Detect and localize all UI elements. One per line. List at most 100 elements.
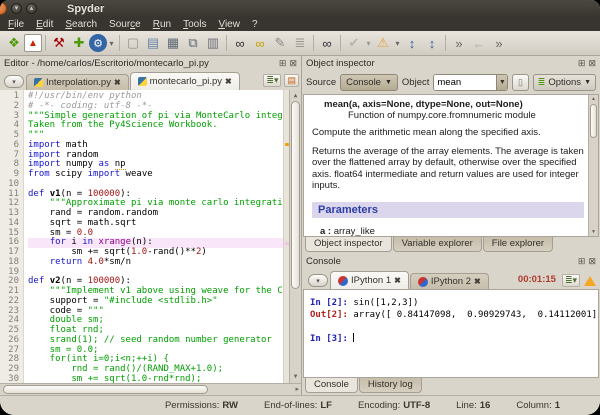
tools-icon[interactable]: ⚒ [49,33,69,53]
menu-item-tools[interactable]: Tools [177,19,212,30]
replace-icon[interactable]: ✎ [270,33,290,53]
new-file-icon[interactable]: ▢ [123,33,143,53]
print-icon[interactable]: ▥ [203,33,223,53]
editor-close-icon[interactable]: ⊠ [289,58,297,69]
panel-tab-object-inspector[interactable]: Object inspector [305,237,392,252]
menu-item-source[interactable]: Source [103,19,147,30]
console-tab-ipython-2[interactable]: IPython 2✖ [410,273,489,289]
inspector-doc-area: mean(a, axis=None, dtype=None, out=None)… [303,94,599,237]
horizontal-scroll-thumb[interactable] [3,385,208,394]
console-prompt: In [3]: [310,334,353,344]
title-bar[interactable]: ▾ ▴ Spyder [0,0,600,17]
toolbar-overflow-2-icon[interactable]: » [489,33,509,53]
console-maximize-icon[interactable]: ⊞ [578,256,586,267]
console-close-icon[interactable]: ⊠ [588,256,596,267]
inspector-maximize-icon[interactable]: ⊞ [578,58,586,69]
editor-code[interactable]: #!/usr/bin/env python# -*- coding: utf-8… [24,90,283,383]
editor-code-area[interactable]: 1234567891011121314151617181920212223242… [0,90,301,383]
editor-horizontal-scrollbar[interactable]: ▸ [0,383,301,395]
editor-maximize-icon[interactable]: ⊞ [279,58,287,69]
vertical-scroll-thumb[interactable] [291,101,300,289]
pythonpath-icon[interactable]: ✚ [69,33,89,53]
chevron-down-icon: ▼ [584,79,591,86]
goto-line-icon[interactable]: ≣ [290,33,310,53]
browse-tabs-button[interactable]: ▾ [4,75,24,88]
menu-item-help[interactable]: ? [246,19,264,30]
file-list-icon[interactable]: ≣▾ [263,74,281,87]
console-browse-tabs-button[interactable]: ▾ [308,274,328,287]
console-panel-tab-console[interactable]: Console [305,378,358,393]
lock-icon[interactable]: ▯ [512,74,529,91]
console-panel-tab-history-log[interactable]: History log [359,378,422,393]
menu-item-search[interactable]: Search [59,19,103,30]
console-options-icon[interactable]: ≣▾ [562,274,580,287]
menu-item-view[interactable]: View [212,19,246,30]
scroll-right-icon[interactable]: ▸ [295,385,299,393]
spyder-dock-icon[interactable]: ▲ [24,34,42,52]
doc-parameters-heading: Parameters [312,202,584,218]
find-in-files-icon[interactable]: ∞ [250,33,270,53]
options-button[interactable]: ≣ Options ▼ [533,74,596,91]
scroll-down-icon[interactable]: ▼ [290,372,301,382]
panel-tab-variable-explorer[interactable]: Variable explorer [393,237,482,252]
window-maximize-button[interactable]: ▴ [26,3,37,14]
menu-item-file[interactable]: File [2,19,30,30]
editor-pane-title: Editor - /home/carlos/Escritorio/monteca… [4,58,209,69]
window-close-button[interactable] [0,2,7,15]
warning-file-icon[interactable]: ⚠ [373,33,393,53]
panel-tab-file-explorer[interactable]: File explorer [483,237,553,252]
right-pane: Object inspector ⊞ ⊠ Source Console ▼ Ob… [302,56,600,395]
object-combobox[interactable]: ▼ [433,74,508,91]
doc-scroll-thumb[interactable] [590,104,597,138]
split-editor-icon[interactable]: ▤ [284,74,299,87]
find-symbol-icon[interactable]: ∞ [317,33,337,53]
parameters-list: a : array_likeArray containing numbers w… [312,226,584,238]
preferences-icon[interactable]: ⚙ [89,34,107,52]
scroll-up-icon[interactable]: ▲ [589,96,598,102]
close-tab-icon[interactable]: ✖ [474,277,481,286]
source-select[interactable]: Console ▼ [340,74,398,91]
close-tab-icon[interactable]: ✖ [394,276,401,285]
code-line: sm += sqrt(1.0-rnd*rnd); [28,375,283,383]
scroll-up-icon[interactable]: ▲ [290,91,301,101]
run-check-icon[interactable]: ✔ [344,33,364,53]
menu-item-run[interactable]: Run [147,19,177,30]
editor-pane-header: Editor - /home/carlos/Escritorio/monteca… [0,56,301,70]
scroll-down-icon[interactable]: ▼ [589,229,598,235]
warning-icon[interactable] [584,276,596,286]
toolbar-separator [45,35,46,51]
warning-caret-icon[interactable]: ▾ [393,33,402,53]
save-all-icon[interactable]: ⧉ [183,33,203,53]
find-icon[interactable]: ∞ [230,33,250,53]
editor-tabs: Interpolation.py✖montecarlo_pi.py✖ [26,70,241,90]
next-warning-icon[interactable]: ↕ [422,33,442,53]
doc-vertical-scrollbar[interactable]: ▲ ▼ [588,95,598,236]
object-label: Object [402,77,429,88]
editor-vertical-scrollbar[interactable]: ▲ ▼ [289,90,301,383]
prev-warning-icon[interactable]: ↕ [402,33,422,53]
object-input[interactable] [434,75,496,90]
parameter-description: Array containing numbers whose mean is d… [352,237,584,238]
toolbar-overflow-icon[interactable]: » [449,33,469,53]
run-caret-icon[interactable]: ▾ [364,33,373,53]
console-text: array([ 0.84147098, 0.90929743, 0.141120… [353,310,599,320]
status-bar: Permissions:RWEnd-of-lines:LFEncoding:UT… [0,395,600,415]
console-tabs: IPython 1✖IPython 2✖ [330,269,490,289]
dropdown-caret-icon[interactable]: ▾ [107,33,116,53]
layout-icon[interactable]: ❖ [4,33,24,53]
window-minimize-button[interactable]: ▾ [11,3,22,14]
console-output[interactable]: In [2]: sin([1,2,3])Out[2]: array([ 0.84… [303,289,599,378]
menu-item-edit[interactable]: Edit [30,19,59,30]
editor-tab-montecarlo-pi-py[interactable]: montecarlo_pi.py✖ [130,72,240,90]
inspector-pane-header: Object inspector ⊞ ⊠ [302,56,600,70]
editor-tab-interpolation-py[interactable]: Interpolation.py✖ [26,74,129,90]
close-tab-icon[interactable]: ✖ [114,78,121,87]
inspector-close-icon[interactable]: ⊠ [588,58,596,69]
open-file-icon[interactable]: ▤ [143,33,163,53]
combo-dropdown-icon[interactable]: ▼ [496,75,507,90]
save-icon[interactable]: ▦ [163,33,183,53]
back-icon[interactable]: ← [469,33,489,53]
close-tab-icon[interactable]: ✖ [225,77,232,86]
console-tab-ipython-1[interactable]: IPython 1✖ [330,271,409,289]
console-prompt: Out[2]: [310,310,353,320]
